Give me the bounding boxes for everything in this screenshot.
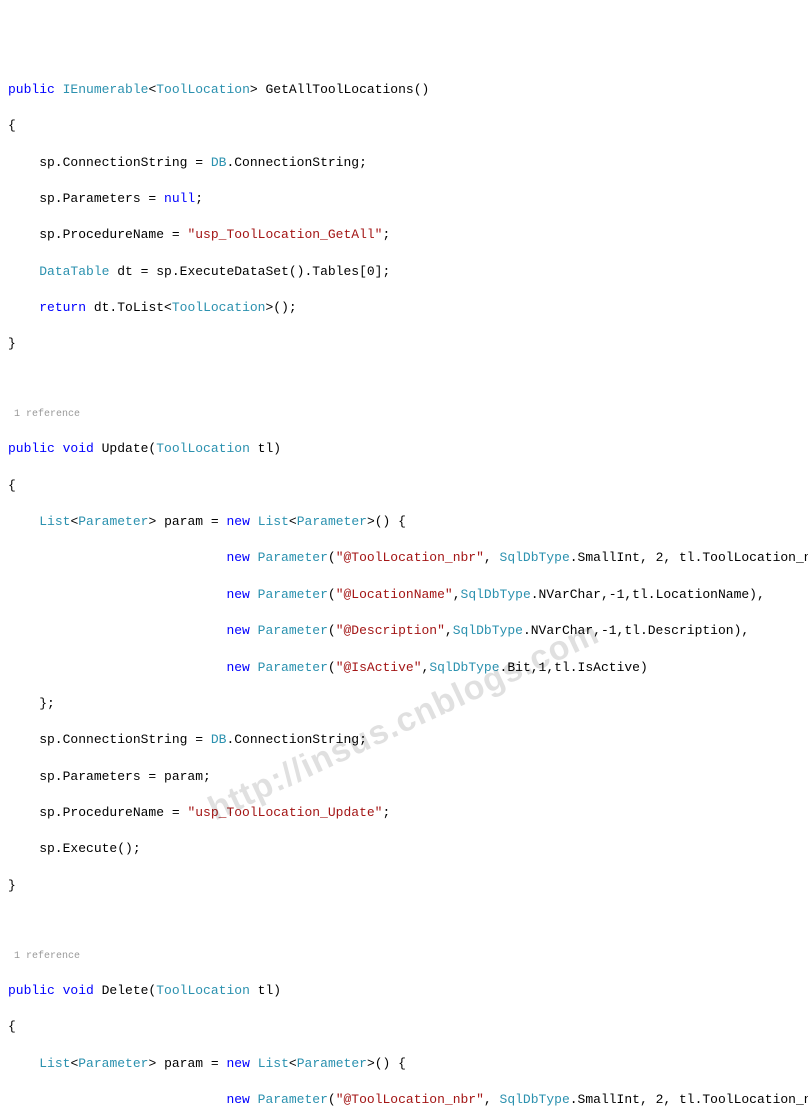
type: ToolLocation (172, 300, 266, 315)
type: Parameter (78, 514, 148, 529)
type: SqlDbType (500, 550, 570, 565)
keyword: new (226, 623, 249, 638)
keyword: new (226, 1056, 249, 1071)
type: Parameter (258, 623, 328, 638)
type: Parameter (258, 1092, 328, 1107)
keyword: new (226, 1092, 249, 1107)
code-line: sp.ProcedureName = "usp_ToolLocation_Upd… (8, 804, 808, 822)
string: "usp_ToolLocation_GetAll" (187, 227, 382, 242)
code-line: { (8, 1018, 808, 1036)
keyword: null (164, 191, 195, 206)
string: "usp_ToolLocation_Update" (187, 805, 382, 820)
type: Parameter (258, 587, 328, 602)
code-line: List<Parameter> param = new List<Paramet… (8, 513, 808, 531)
string: "@IsActive" (336, 660, 422, 675)
code-line: sp.Execute(); (8, 840, 808, 858)
keyword: public (8, 441, 63, 456)
keyword: new (226, 514, 249, 529)
type: ToolLocation (156, 441, 250, 456)
type: Parameter (297, 1056, 367, 1071)
code-line: } (8, 877, 808, 895)
keyword: public (8, 82, 63, 97)
code-line: return dt.ToList<ToolLocation>(); (8, 299, 808, 317)
type: Parameter (258, 660, 328, 675)
keyword: new (226, 660, 249, 675)
code-line: new Parameter("@ToolLocation_nbr", SqlDb… (8, 549, 808, 567)
code-line: new Parameter("@ToolLocation_nbr", SqlDb… (8, 1091, 808, 1109)
code-line: public void Update(ToolLocation tl) (8, 440, 808, 458)
code-line: } (8, 335, 808, 353)
string: "@ToolLocation_nbr" (336, 1092, 484, 1107)
code-line: { (8, 477, 808, 495)
type: SqlDbType (500, 1092, 570, 1107)
keyword: public (8, 983, 63, 998)
type: List (39, 1056, 70, 1071)
code-line: new Parameter("@LocationName",SqlDbType.… (8, 586, 808, 604)
type: SqlDbType (453, 623, 523, 638)
type: IEnumerable (63, 82, 149, 97)
keyword: new (226, 550, 249, 565)
type: DataTable (39, 264, 109, 279)
type: ToolLocation (156, 983, 250, 998)
code-line: DataTable dt = sp.ExecuteDataSet().Table… (8, 263, 808, 281)
code-line: sp.Parameters = param; (8, 768, 808, 786)
type: SqlDbType (461, 587, 531, 602)
keyword: void (63, 983, 94, 998)
keyword: void (63, 441, 94, 456)
string: "@LocationName" (336, 587, 453, 602)
string: "@Description" (336, 623, 445, 638)
code-line (8, 913, 808, 931)
code-line: new Parameter("@Description",SqlDbType.N… (8, 622, 808, 640)
type: Parameter (78, 1056, 148, 1071)
code-editor[interactable]: public IEnumerable<ToolLocation> GetAllT… (8, 81, 808, 1114)
code-line (8, 372, 808, 390)
type: Parameter (258, 550, 328, 565)
reference-count[interactable]: 1 reference (8, 408, 808, 422)
type: List (39, 514, 70, 529)
type: DB (211, 732, 227, 747)
type: Parameter (297, 514, 367, 529)
code-line: }; (8, 695, 808, 713)
type: List (258, 1056, 289, 1071)
keyword: return (39, 300, 86, 315)
type: SqlDbType (429, 660, 499, 675)
code-line: public void Delete(ToolLocation tl) (8, 982, 808, 1000)
code-line: sp.ProcedureName = "usp_ToolLocation_Get… (8, 226, 808, 244)
type: DB (211, 155, 227, 170)
code-line: sp.ConnectionString = DB.ConnectionStrin… (8, 154, 808, 172)
keyword: new (226, 587, 249, 602)
code-line: public IEnumerable<ToolLocation> GetAllT… (8, 81, 808, 99)
code-line: new Parameter("@IsActive",SqlDbType.Bit,… (8, 659, 808, 677)
code-line: sp.ConnectionString = DB.ConnectionStrin… (8, 731, 808, 749)
code-line: { (8, 117, 808, 135)
reference-count[interactable]: 1 reference (8, 950, 808, 964)
type: ToolLocation (156, 82, 250, 97)
string: "@ToolLocation_nbr" (336, 550, 484, 565)
code-line: sp.Parameters = null; (8, 190, 808, 208)
type: List (258, 514, 289, 529)
code-line: List<Parameter> param = new List<Paramet… (8, 1055, 808, 1073)
